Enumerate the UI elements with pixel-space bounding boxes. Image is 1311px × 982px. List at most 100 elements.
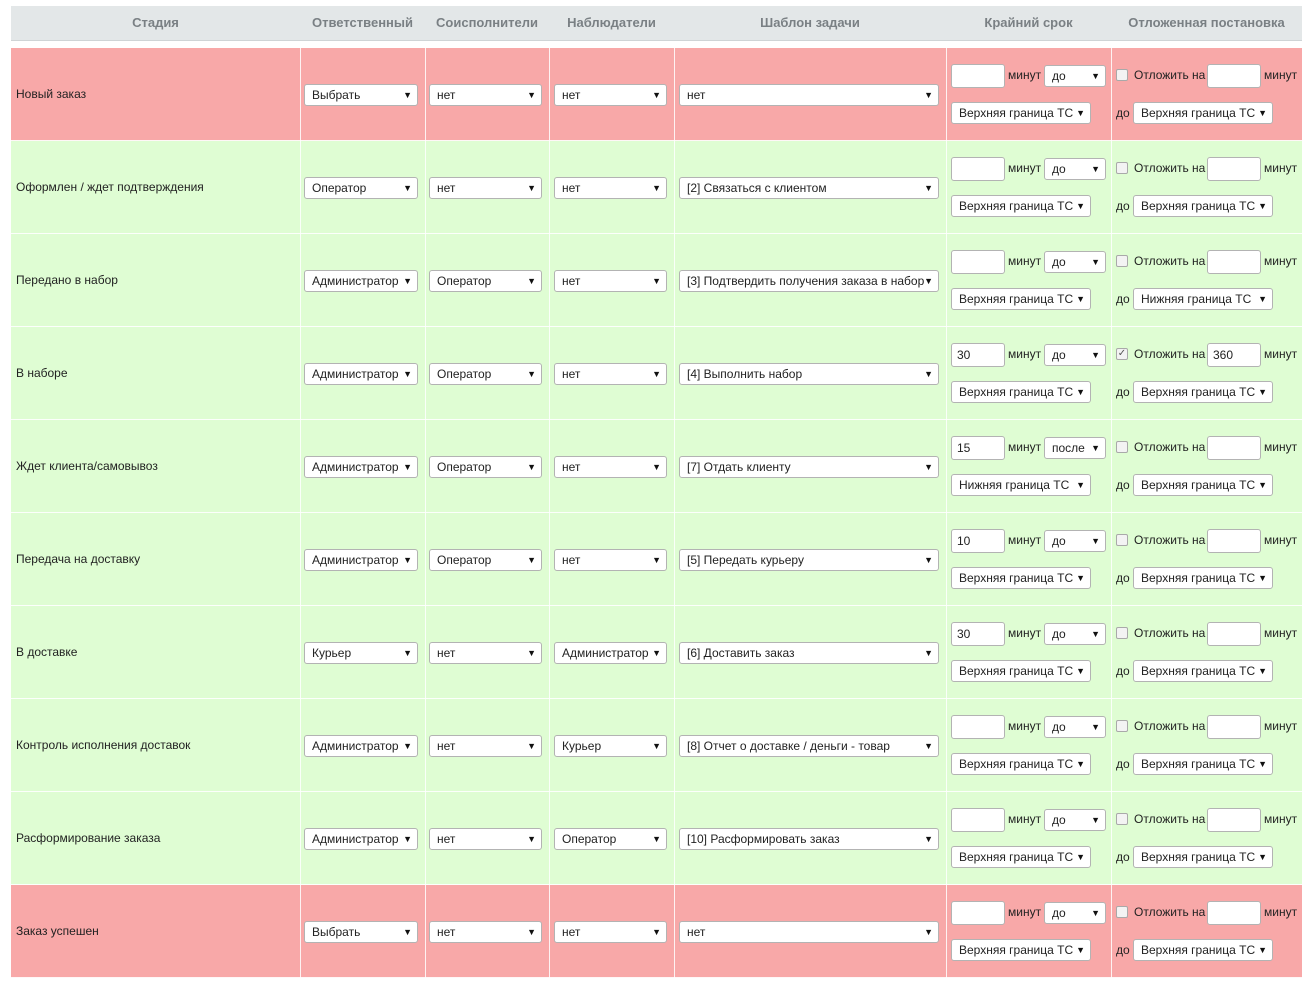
deadline-minutes-input[interactable] (951, 250, 1005, 274)
postpone-checkbox[interactable] (1116, 906, 1128, 918)
responsible-select[interactable]: Выбрать ▼ (304, 84, 418, 106)
deadline-minutes-input[interactable] (951, 901, 1005, 925)
postpone-minutes-input[interactable] (1207, 715, 1261, 739)
responsible-select[interactable]: Администратор ▼ (304, 828, 418, 850)
task-template-select[interactable]: [5] Передать курьеру ▼ (679, 549, 939, 571)
postpone-minutes-input[interactable]: 360 (1207, 343, 1261, 367)
postpone-minutes-input[interactable] (1207, 529, 1261, 553)
observers-select[interactable]: нет ▼ (554, 921, 667, 943)
observers-select[interactable]: Оператор ▼ (554, 828, 667, 850)
postpone-bound-select[interactable]: Верхняя граница ТС ▼ (1133, 195, 1273, 217)
deadline-bound-select[interactable]: Верхняя граница ТС ▼ (951, 753, 1091, 775)
deadline-relation-select[interactable]: до ▼ (1044, 344, 1106, 366)
postpone-minutes-input[interactable] (1207, 901, 1261, 925)
responsible-select[interactable]: Администратор ▼ (304, 270, 418, 292)
deadline-bound-select[interactable]: Верхняя граница ТС ▼ (951, 195, 1091, 217)
deadline-bound-select[interactable]: Верхняя граница ТС ▼ (951, 288, 1091, 310)
postpone-checkbox[interactable] (1116, 162, 1128, 174)
task-template-select[interactable]: [3] Подтвердить получения заказа в набор… (679, 270, 939, 292)
deadline-relation-select[interactable]: до ▼ (1044, 902, 1106, 924)
postpone-minutes-input[interactable] (1207, 622, 1261, 646)
responsible-select[interactable]: Администратор ▼ (304, 363, 418, 385)
coexecutors-select[interactable]: Оператор ▼ (429, 270, 542, 292)
deadline-bound-select[interactable]: Верхняя граница ТС ▼ (951, 567, 1091, 589)
observers-select[interactable]: Курьер ▼ (554, 735, 667, 757)
postpone-bound-select[interactable]: Нижняя граница ТС ▼ (1133, 288, 1273, 310)
task-template-select[interactable]: нет ▼ (679, 921, 939, 943)
deadline-minutes-input[interactable]: 10 (951, 529, 1005, 553)
postpone-bound-select[interactable]: Верхняя граница ТС ▼ (1133, 753, 1273, 775)
coexecutors-select[interactable]: нет ▼ (429, 828, 542, 850)
deadline-bound-select[interactable]: Верхняя граница ТС ▼ (951, 381, 1091, 403)
deadline-relation-select[interactable]: до ▼ (1044, 65, 1106, 87)
postpone-checkbox[interactable] (1116, 720, 1128, 732)
responsible-select[interactable]: Выбрать ▼ (304, 921, 418, 943)
coexecutors-select[interactable]: нет ▼ (429, 735, 542, 757)
deadline-relation-select[interactable]: до ▼ (1044, 251, 1106, 273)
deadline-minutes-input[interactable]: 30 (951, 622, 1005, 646)
deadline-bound-select[interactable]: Верхняя граница ТС ▼ (951, 660, 1091, 682)
observers-select[interactable]: нет ▼ (554, 84, 667, 106)
postpone-bound-select[interactable]: Верхняя граница ТС ▼ (1133, 474, 1273, 496)
observers-select[interactable]: нет ▼ (554, 549, 667, 571)
deadline-relation-select[interactable]: до ▼ (1044, 530, 1106, 552)
deadline-relation-select[interactable]: до ▼ (1044, 716, 1106, 738)
observers-select[interactable]: нет ▼ (554, 456, 667, 478)
postpone-checkbox[interactable] (1116, 69, 1128, 81)
postpone-checkbox[interactable] (1116, 441, 1128, 453)
deadline-relation-select[interactable]: до ▼ (1044, 158, 1106, 180)
coexecutors-select[interactable]: нет ▼ (429, 177, 542, 199)
deadline-minutes-input[interactable] (951, 715, 1005, 739)
responsible-select[interactable]: Администратор ▼ (304, 456, 418, 478)
task-template-select[interactable]: [7] Отдать клиенту ▼ (679, 456, 939, 478)
responsible-select[interactable]: Администратор ▼ (304, 735, 418, 757)
deadline-bound-select[interactable]: Верхняя граница ТС ▼ (951, 846, 1091, 868)
deadline-relation-select[interactable]: до ▼ (1044, 623, 1106, 645)
task-template-select[interactable]: [8] Отчет о доставке / деньги - товар ▼ (679, 735, 939, 757)
coexecutors-select[interactable]: нет ▼ (429, 921, 542, 943)
postpone-checkbox[interactable] (1116, 255, 1128, 267)
coexecutors-select[interactable]: Оператор ▼ (429, 549, 542, 571)
postpone-minutes-input[interactable] (1207, 64, 1261, 88)
postpone-checkbox[interactable] (1116, 627, 1128, 639)
responsible-select[interactable]: Администратор ▼ (304, 549, 418, 571)
coexecutors-select[interactable]: нет ▼ (429, 642, 542, 664)
task-template-select[interactable]: [2] Связаться с клиентом ▼ (679, 177, 939, 199)
postpone-checkbox[interactable] (1116, 813, 1128, 825)
deadline-relation-select[interactable]: до ▼ (1044, 809, 1106, 831)
observers-select[interactable]: нет ▼ (554, 363, 667, 385)
postpone-minutes-input[interactable] (1207, 436, 1261, 460)
responsible-select[interactable]: Оператор ▼ (304, 177, 418, 199)
postpone-bound-select[interactable]: Верхняя граница ТС ▼ (1133, 102, 1273, 124)
coexecutors-select[interactable]: Оператор ▼ (429, 363, 542, 385)
postpone-bound-select[interactable]: Верхняя граница ТС ▼ (1133, 939, 1273, 961)
deadline-minutes-input[interactable] (951, 808, 1005, 832)
postpone-minutes-input[interactable] (1207, 250, 1261, 274)
task-template-select[interactable]: нет ▼ (679, 84, 939, 106)
responsible-select[interactable]: Курьер ▼ (304, 642, 418, 664)
coexecutors-select[interactable]: нет ▼ (429, 84, 542, 106)
postpone-minutes-input[interactable] (1207, 808, 1261, 832)
task-template-select[interactable]: [4] Выполнить набор ▼ (679, 363, 939, 385)
postpone-bound-select[interactable]: Верхняя граница ТС ▼ (1133, 381, 1273, 403)
postpone-checkbox[interactable]: ✓ (1116, 348, 1128, 360)
observers-select[interactable]: Администратор ▼ (554, 642, 667, 664)
postpone-checkbox[interactable] (1116, 534, 1128, 546)
postpone-bound-select[interactable]: Верхняя граница ТС ▼ (1133, 567, 1273, 589)
deadline-relation-select[interactable]: после ▼ (1044, 437, 1106, 459)
postpone-bound-select[interactable]: Верхняя граница ТС ▼ (1133, 846, 1273, 868)
deadline-minutes-input[interactable]: 15 (951, 436, 1005, 460)
deadline-bound-select[interactable]: Верхняя граница ТС ▼ (951, 939, 1091, 961)
postpone-minutes-input[interactable] (1207, 157, 1261, 181)
task-template-select[interactable]: [6] Доставить заказ ▼ (679, 642, 939, 664)
postpone-bound-select[interactable]: Верхняя граница ТС ▼ (1133, 660, 1273, 682)
observers-select[interactable]: нет ▼ (554, 270, 667, 292)
observers-select[interactable]: нет ▼ (554, 177, 667, 199)
deadline-bound-select[interactable]: Верхняя граница ТС ▼ (951, 102, 1091, 124)
task-template-select[interactable]: [10] Расформировать заказ ▼ (679, 828, 939, 850)
deadline-minutes-input[interactable] (951, 64, 1005, 88)
deadline-bound-select[interactable]: Нижняя граница ТС ▼ (951, 474, 1091, 496)
deadline-minutes-input[interactable]: 30 (951, 343, 1005, 367)
coexecutors-select[interactable]: Оператор ▼ (429, 456, 542, 478)
deadline-minutes-input[interactable] (951, 157, 1005, 181)
